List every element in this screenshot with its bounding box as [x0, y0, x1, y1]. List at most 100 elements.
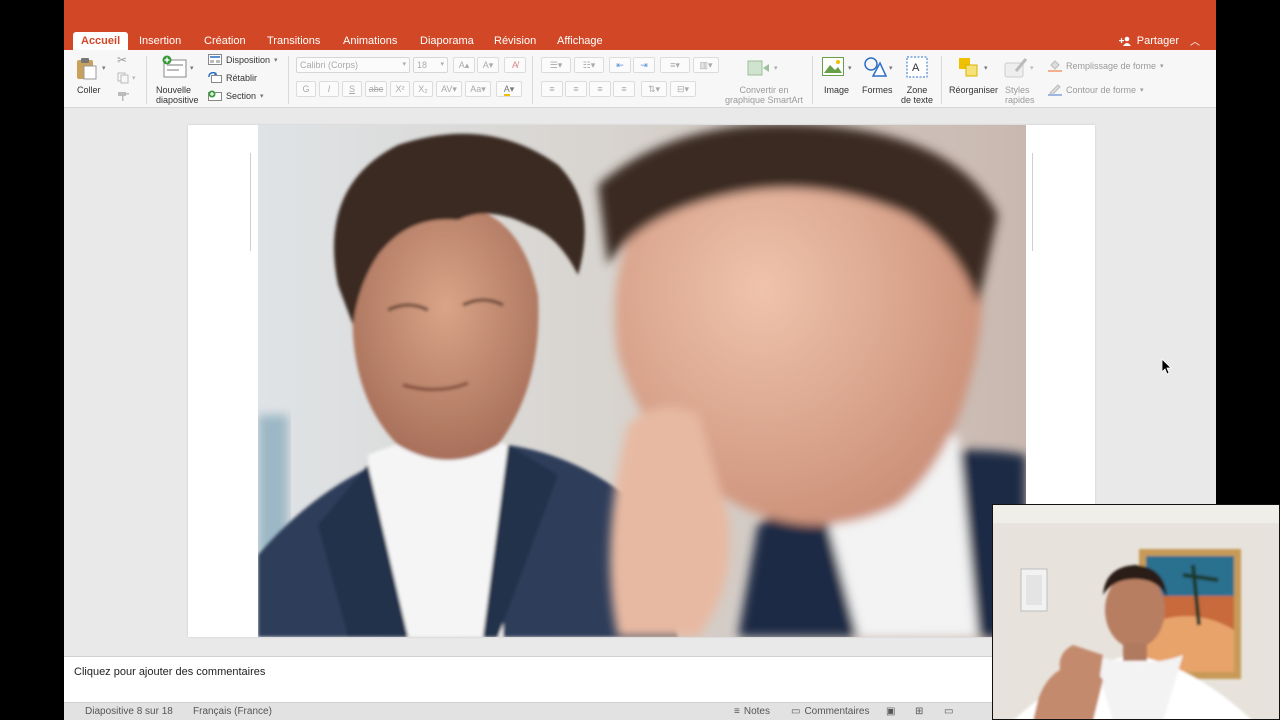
slide-sorter-icon[interactable]: ⊞: [915, 706, 923, 717]
arrange-icon[interactable]: [958, 57, 980, 79]
strikethrough-button[interactable]: abc: [365, 81, 387, 97]
quick-styles-dropdown-icon[interactable]: ▾: [1030, 64, 1034, 72]
notes-placeholder: Cliquez pour ajouter des commentaires: [74, 666, 266, 678]
new-slide-label-1: Nouvelle: [156, 85, 192, 95]
paste-icon[interactable]: [75, 56, 97, 80]
mouse-cursor-icon: [1162, 359, 1172, 375]
collapse-ribbon-icon[interactable]: ︿: [1190, 33, 1200, 48]
normal-view-icon[interactable]: ▣: [886, 706, 895, 717]
align-text-button[interactable]: ⊟▾: [670, 81, 696, 97]
tab-accueil[interactable]: Accueil: [73, 32, 129, 50]
smartart-dropdown-icon[interactable]: ▾: [774, 64, 778, 72]
clear-formatting-icon[interactable]: A̸: [504, 57, 526, 73]
pen-icon: [1048, 84, 1062, 96]
paint-bucket-icon: [1048, 60, 1062, 72]
font-size-field[interactable]: 18 ▾: [413, 57, 448, 73]
copy-icon[interactable]: [117, 72, 129, 84]
layout-icon: [208, 54, 222, 65]
change-case-button[interactable]: Aa▾: [465, 81, 491, 97]
font-size-value: 18: [417, 60, 428, 70]
font-color-button[interactable]: A▾: [496, 81, 522, 97]
share-label: Partager: [1136, 34, 1179, 47]
photo-two-men-image: [258, 125, 1026, 637]
new-slide-label-2: diapositive: [156, 95, 199, 105]
tab-transitions[interactable]: Transitions: [267, 33, 320, 50]
font-name-dropdown-icon: ▾: [402, 61, 406, 68]
image-dropdown-icon[interactable]: ▾: [848, 64, 852, 72]
shapes-label: Formes: [862, 85, 893, 95]
comments-toggle-button[interactable]: ▭ Commentaires: [791, 706, 869, 717]
numbering-button[interactable]: ☷▾: [574, 57, 604, 73]
copy-dropdown-icon[interactable]: ▾: [132, 74, 136, 82]
notes-icon: ≡: [734, 706, 740, 717]
current-slide[interactable]: [188, 125, 1095, 637]
paste-label: Coller: [77, 85, 101, 95]
character-spacing-button[interactable]: AV▾: [436, 81, 462, 97]
shapes-icon[interactable]: [863, 56, 887, 78]
subscript-button[interactable]: X₂: [413, 81, 433, 97]
font-name-field[interactable]: Calibri (Corps) ▾: [296, 57, 410, 73]
tab-animations[interactable]: Animations: [343, 33, 397, 50]
webcam-overlay: [992, 504, 1280, 720]
justify-button[interactable]: ≡: [613, 81, 635, 97]
layout-label: Disposition: [226, 54, 271, 65]
align-right-button[interactable]: ≡: [589, 81, 611, 97]
align-left-button[interactable]: ≡: [541, 81, 563, 97]
section-button[interactable]: Section ▾: [208, 90, 264, 101]
smartart-convert-icon[interactable]: [747, 58, 773, 78]
share-button[interactable]: Partager ︿: [1118, 33, 1200, 48]
decrease-indent-button[interactable]: ⇤: [609, 57, 631, 73]
slide-photo[interactable]: [258, 125, 1026, 637]
tab-diaporama[interactable]: Diaporama: [420, 33, 474, 50]
notes-toggle-button[interactable]: ≡ Notes: [734, 706, 770, 717]
textbox-icon[interactable]: A: [906, 56, 928, 78]
columns-button[interactable]: ▥▾: [693, 57, 719, 73]
text-direction-button[interactable]: ⇅▾: [641, 81, 667, 97]
layout-button[interactable]: Disposition ▾: [208, 54, 278, 65]
arrange-label: Réorganiser: [949, 85, 999, 95]
line-spacing-button[interactable]: ≡▾: [660, 57, 690, 73]
reset-button[interactable]: Rétablir: [208, 72, 257, 83]
ribbon-separator: [812, 56, 813, 104]
new-slide-dropdown-icon[interactable]: ▾: [190, 64, 194, 72]
ribbon-tab-bar: Accueil Insertion Création Transitions A…: [64, 0, 1216, 50]
ribbon-separator: [288, 56, 289, 104]
superscript-button[interactable]: X²: [390, 81, 410, 97]
quick-styles-icon[interactable]: [1004, 57, 1028, 79]
paste-dropdown-icon[interactable]: ▾: [102, 64, 106, 72]
ribbon-separator: [146, 56, 147, 104]
underline-button[interactable]: S: [342, 81, 362, 97]
italic-button[interactable]: I: [319, 81, 339, 97]
new-slide-icon[interactable]: [161, 55, 189, 79]
cut-icon[interactable]: ✂: [117, 53, 127, 67]
font-color-icon: A: [503, 84, 510, 96]
textbox-label-1: Zone: [906, 85, 928, 95]
align-center-button[interactable]: ≡: [565, 81, 587, 97]
ribbon-home: ▾ Coller ✂ ▾ ▾ Nouvelle diapositive Disp…: [64, 50, 1216, 108]
shape-outline-button[interactable]: Contour de forme ▾: [1048, 83, 1144, 96]
reading-view-icon[interactable]: ▭: [944, 706, 953, 717]
shape-fill-button[interactable]: Remplissage de forme ▾: [1048, 59, 1164, 72]
tab-creation[interactable]: Création: [204, 33, 246, 50]
title-placeholder-right-edge: [1032, 153, 1033, 251]
reset-slide-icon: [208, 72, 222, 83]
title-placeholder-left-edge: [250, 153, 251, 251]
ribbon-separator: [941, 56, 942, 104]
bullets-button[interactable]: ☰▾: [541, 57, 571, 73]
font-name-value: Calibri (Corps): [300, 60, 359, 70]
svg-text:A: A: [912, 62, 920, 74]
shapes-dropdown-icon[interactable]: ▾: [889, 64, 893, 72]
bold-button[interactable]: G: [296, 81, 316, 97]
image-icon[interactable]: [822, 57, 844, 76]
format-painter-icon[interactable]: [117, 90, 130, 102]
tab-revision[interactable]: Révision: [494, 33, 536, 50]
language-indicator[interactable]: Français (France): [193, 706, 272, 717]
tab-affichage[interactable]: Affichage: [557, 33, 603, 50]
increase-indent-button[interactable]: ⇥: [633, 57, 655, 73]
add-person-icon: [1118, 36, 1131, 46]
increase-font-size-button[interactable]: A▴: [453, 57, 475, 73]
decrease-font-size-button[interactable]: A▾: [477, 57, 499, 73]
arrange-dropdown-icon[interactable]: ▾: [984, 64, 988, 72]
shape-outline-dropdown-icon: ▾: [1140, 86, 1144, 94]
tab-insertion[interactable]: Insertion: [139, 33, 181, 50]
